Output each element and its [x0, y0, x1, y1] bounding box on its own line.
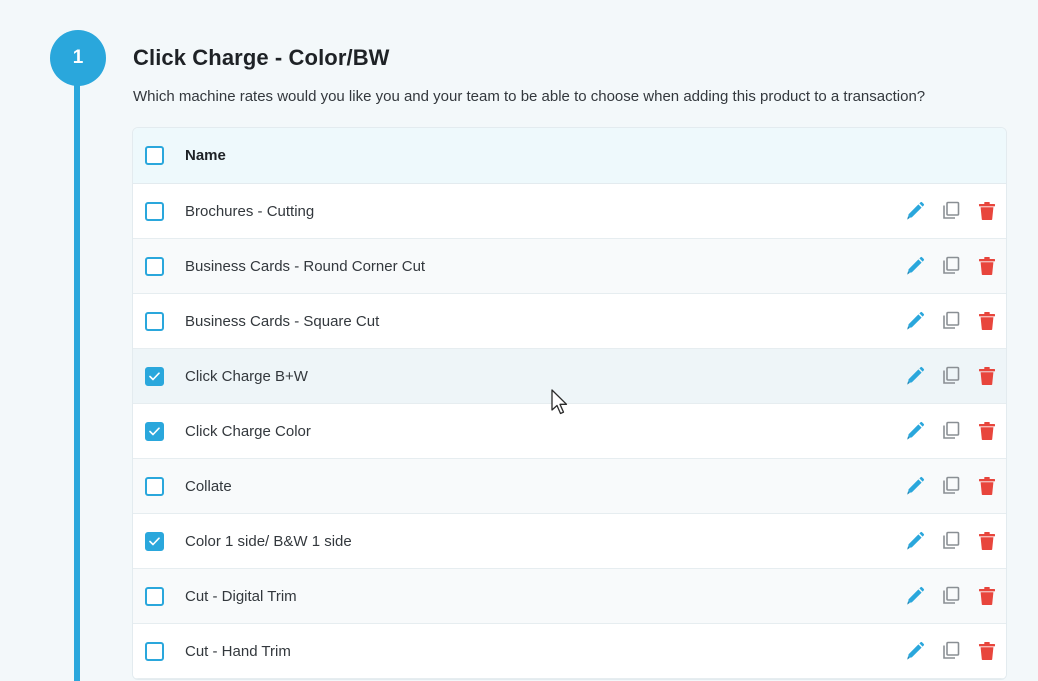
select-all-checkbox[interactable] — [145, 146, 164, 165]
mouse-cursor-icon — [551, 389, 568, 415]
trash-icon — [978, 256, 996, 276]
section-description: Which machine rates would you like you a… — [133, 88, 926, 105]
pencil-icon — [905, 311, 925, 331]
trash-icon — [978, 366, 996, 386]
duplicate-button[interactable] — [940, 475, 962, 497]
copy-icon — [941, 311, 961, 331]
table-header: Name — [133, 128, 1006, 184]
row-actions — [890, 310, 998, 332]
copy-icon — [941, 421, 961, 441]
copy-icon — [941, 531, 961, 551]
row-name: Business Cards - Round Corner Cut — [185, 257, 426, 275]
copy-icon — [941, 476, 961, 496]
row-name: Click Charge Color — [185, 422, 311, 440]
step-progress-line — [74, 70, 80, 681]
delete-button[interactable] — [976, 200, 998, 222]
row-name: Click Charge B+W — [185, 367, 308, 385]
table-row[interactable]: Cut - Digital Trim — [133, 569, 1006, 624]
row-actions — [890, 200, 998, 222]
pencil-icon — [905, 531, 925, 551]
table-row[interactable]: Cut - Hand Trim — [133, 624, 1006, 679]
row-checkbox[interactable] — [145, 476, 164, 496]
pencil-icon — [905, 421, 925, 441]
delete-button[interactable] — [976, 420, 998, 442]
table-row[interactable]: Brochures - Cutting — [133, 184, 1006, 239]
edit-button[interactable] — [904, 255, 926, 277]
edit-button[interactable] — [904, 200, 926, 222]
edit-button[interactable] — [904, 365, 926, 387]
section-title: Click Charge - Color/BW — [133, 45, 390, 70]
page: 1 Click Charge - Color/BW Which machine … — [0, 0, 1038, 681]
duplicate-button[interactable] — [940, 640, 962, 662]
row-checkbox[interactable] — [145, 421, 164, 441]
row-checkbox[interactable] — [145, 256, 164, 276]
row-checkbox[interactable] — [145, 641, 164, 661]
table-body: Brochures - Cutting Business Cards - Roun… — [133, 184, 1006, 679]
delete-button[interactable] — [976, 255, 998, 277]
edit-button[interactable] — [904, 530, 926, 552]
row-name: Brochures - Cutting — [185, 202, 315, 220]
row-checkbox[interactable] — [145, 201, 164, 221]
row-checkbox[interactable] — [145, 531, 164, 551]
row-checkbox[interactable] — [145, 366, 164, 386]
edit-button[interactable] — [904, 640, 926, 662]
duplicate-button[interactable] — [940, 585, 962, 607]
duplicate-button[interactable] — [940, 530, 962, 552]
trash-icon — [978, 476, 996, 496]
trash-icon — [978, 421, 996, 441]
row-actions — [890, 475, 998, 497]
step-number-badge: 1 — [50, 30, 106, 86]
trash-icon — [978, 531, 996, 551]
delete-button[interactable] — [976, 585, 998, 607]
table-row[interactable]: Collate — [133, 459, 1006, 514]
pencil-icon — [905, 476, 925, 496]
delete-button[interactable] — [976, 640, 998, 662]
row-actions — [890, 530, 998, 552]
row-name: Cut - Digital Trim — [185, 587, 297, 605]
delete-button[interactable] — [976, 475, 998, 497]
pencil-icon — [905, 256, 925, 276]
trash-icon — [978, 311, 996, 331]
row-name: Cut - Hand Trim — [185, 642, 291, 660]
copy-icon — [941, 366, 961, 386]
edit-button[interactable] — [904, 310, 926, 332]
trash-icon — [978, 201, 996, 221]
row-name: Color 1 side/ B&W 1 side — [185, 532, 352, 550]
row-actions — [890, 640, 998, 662]
row-name: Business Cards - Square Cut — [185, 312, 380, 330]
copy-icon — [941, 586, 961, 606]
copy-icon — [941, 641, 961, 661]
table-row[interactable]: Business Cards - Square Cut — [133, 294, 1006, 349]
pencil-icon — [905, 201, 925, 221]
duplicate-button[interactable] — [940, 420, 962, 442]
delete-button[interactable] — [976, 530, 998, 552]
duplicate-button[interactable] — [940, 365, 962, 387]
edit-button[interactable] — [904, 585, 926, 607]
row-checkbox[interactable] — [145, 586, 164, 606]
copy-icon — [941, 201, 961, 221]
table-row[interactable]: Business Cards - Round Corner Cut — [133, 239, 1006, 294]
duplicate-button[interactable] — [940, 255, 962, 277]
edit-button[interactable] — [904, 475, 926, 497]
row-actions — [890, 420, 998, 442]
duplicate-button[interactable] — [940, 200, 962, 222]
edit-button[interactable] — [904, 420, 926, 442]
column-header-name[interactable]: Name — [185, 147, 226, 164]
row-name: Collate — [185, 477, 232, 495]
duplicate-button[interactable] — [940, 310, 962, 332]
pencil-icon — [905, 641, 925, 661]
row-actions — [890, 585, 998, 607]
copy-icon — [941, 256, 961, 276]
delete-button[interactable] — [976, 365, 998, 387]
table-row[interactable]: Color 1 side/ B&W 1 side — [133, 514, 1006, 569]
row-checkbox[interactable] — [145, 311, 164, 331]
pencil-icon — [905, 586, 925, 606]
pencil-icon — [905, 366, 925, 386]
delete-button[interactable] — [976, 310, 998, 332]
trash-icon — [978, 641, 996, 661]
row-actions — [890, 365, 998, 387]
row-actions — [890, 255, 998, 277]
trash-icon — [978, 586, 996, 606]
